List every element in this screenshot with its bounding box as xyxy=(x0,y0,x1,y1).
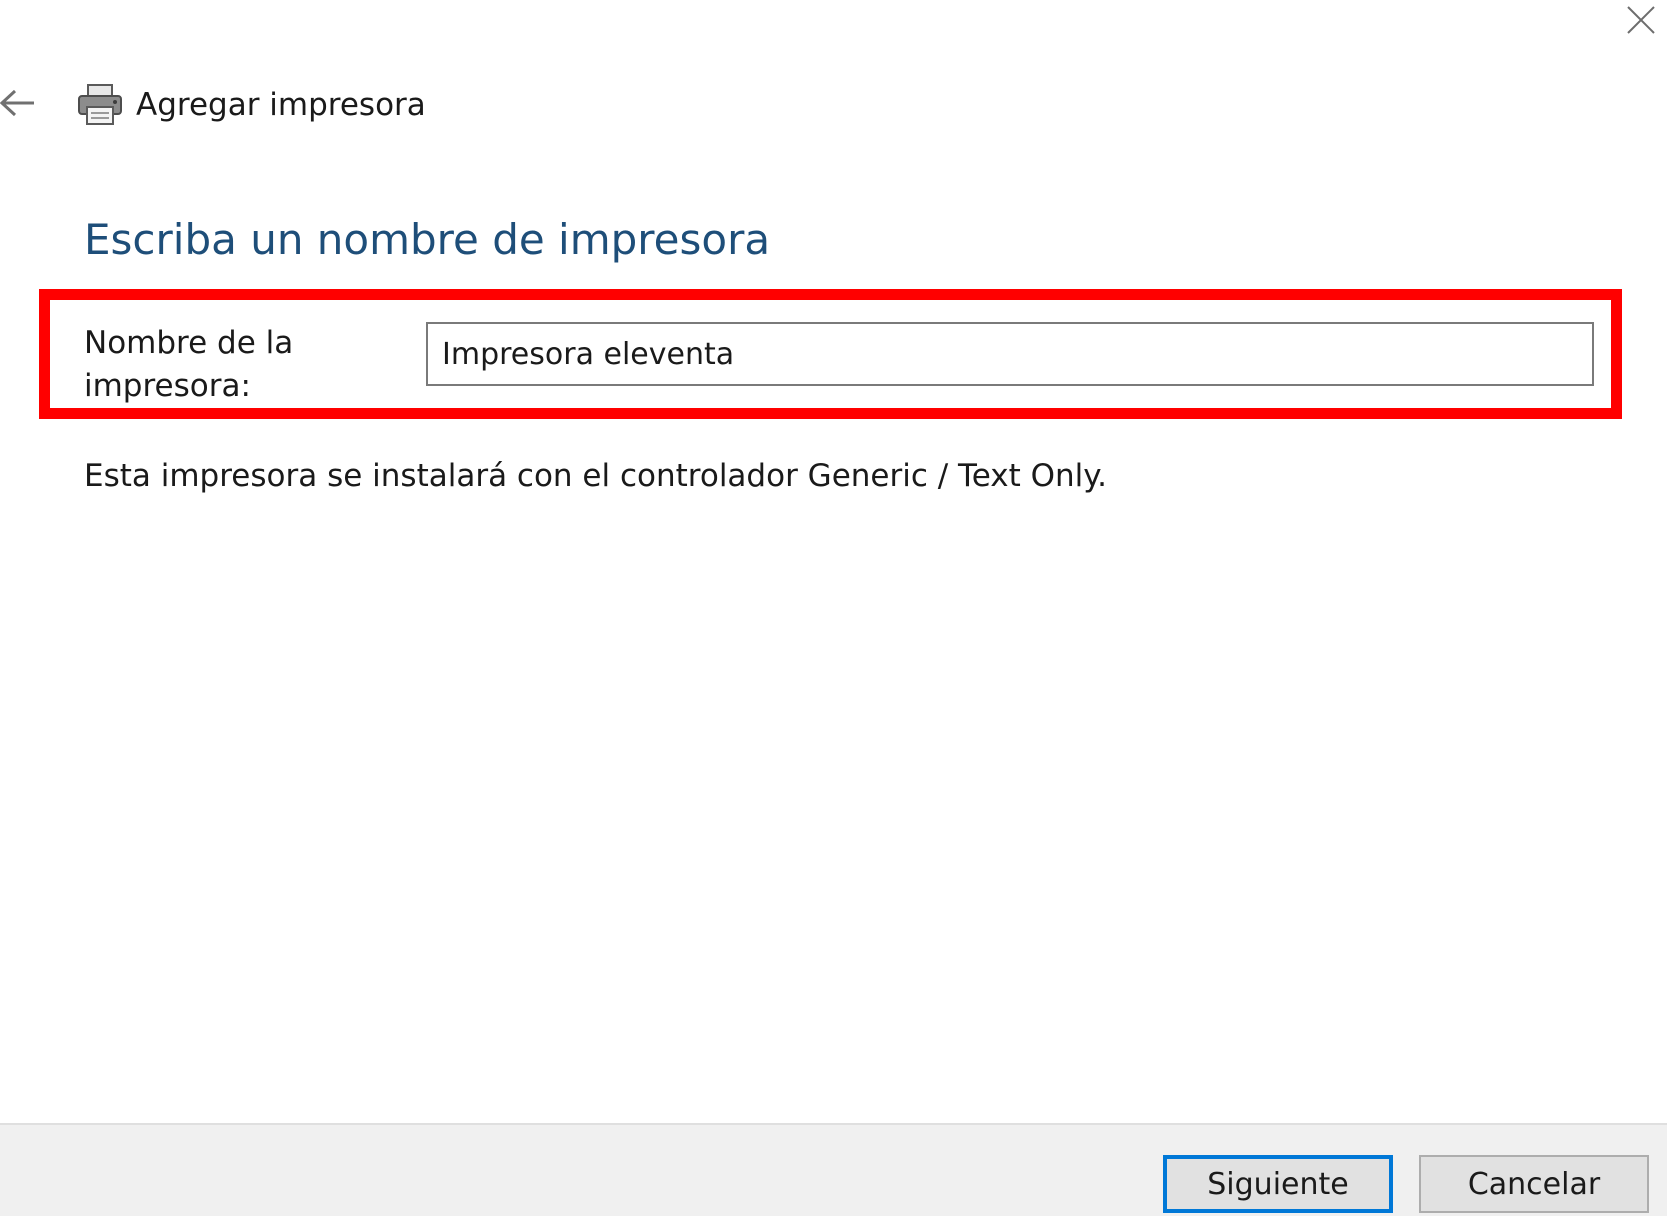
page-title: Escriba un nombre de impresora xyxy=(84,215,771,264)
footer-bar: Siguiente Cancelar xyxy=(0,1123,1667,1216)
printer-icon xyxy=(76,80,126,130)
printer-name-input[interactable] xyxy=(426,322,1594,386)
add-printer-window: Agregar impresora Escriba un nombre de i… xyxy=(0,0,1667,1216)
close-icon xyxy=(1626,5,1656,39)
header-title: Agregar impresora xyxy=(136,87,426,123)
back-button[interactable] xyxy=(0,80,40,130)
wizard-header: Agregar impresora xyxy=(0,70,426,140)
next-button[interactable]: Siguiente xyxy=(1163,1155,1393,1213)
close-button[interactable] xyxy=(1615,0,1667,44)
printer-name-label: Nombre de la impresora: xyxy=(84,325,294,404)
driver-info-text: Esta impresora se instalará con el contr… xyxy=(84,458,1108,494)
back-arrow-icon xyxy=(0,88,36,122)
cancel-button[interactable]: Cancelar xyxy=(1419,1155,1649,1213)
